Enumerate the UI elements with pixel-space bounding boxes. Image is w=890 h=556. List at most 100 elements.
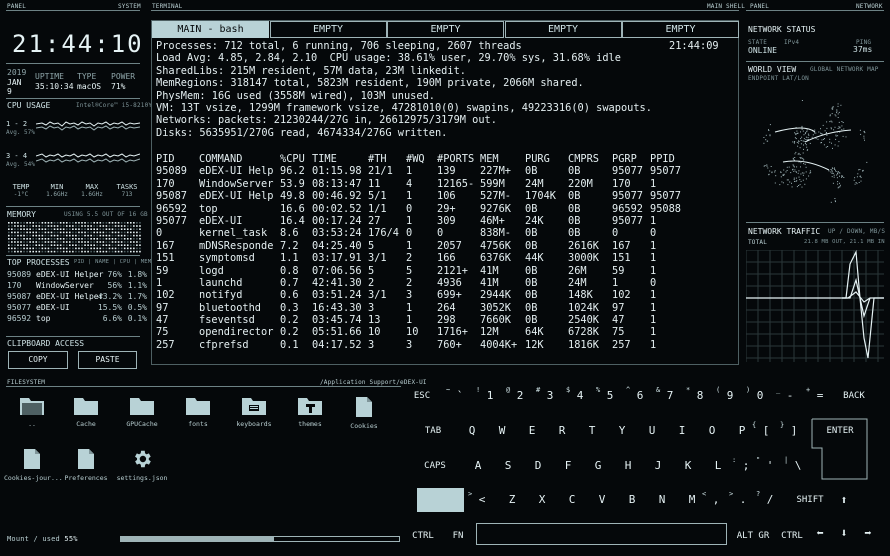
key-[interactable]: - _	[776, 386, 798, 403]
process-table-cell: 3000K	[568, 252, 599, 265]
key-[interactable]: [{	[752, 421, 774, 438]
key-[interactable]: ` ~	[446, 386, 468, 403]
key-caps[interactable]: CAPS	[420, 459, 450, 473]
terminal-label: TERMINAL	[152, 3, 183, 10]
fs-item[interactable]: Cookies	[336, 396, 392, 430]
key-5[interactable]: 5%	[596, 386, 618, 403]
arrow-up-key[interactable]: ⬆	[836, 493, 852, 507]
key-altgr[interactable]: ALT GR	[736, 529, 770, 543]
fs-item[interactable]: themes	[282, 396, 338, 428]
copy-button[interactable]: COPY	[8, 351, 68, 369]
fs-item-label: keyboards	[236, 420, 272, 428]
sysinfo-day: JAN 9	[7, 78, 22, 96]
key-t[interactable]: T	[584, 424, 600, 438]
key-u[interactable]: U	[644, 424, 660, 438]
enter-key-outline	[811, 418, 868, 480]
key-z[interactable]: Z	[504, 493, 520, 507]
terminal-tab-1[interactable]: MAIN - bash	[152, 21, 269, 38]
key-9[interactable]: 9(	[716, 386, 738, 403]
key-c[interactable]: C	[564, 493, 580, 507]
fs-item[interactable]: Cache	[58, 396, 114, 428]
arrow-down-key[interactable]: ⬇	[836, 526, 852, 540]
terminal-tab-3[interactable]: EMPTY	[387, 21, 504, 38]
panel-right-label: PANEL	[750, 3, 770, 10]
key-3[interactable]: 3 #	[536, 386, 558, 403]
fs-item[interactable]: Preferences	[58, 448, 114, 482]
process-table-cell: 0B	[525, 264, 538, 277]
clipboard-divider	[6, 336, 140, 337]
process-table-cell: 0	[437, 227, 444, 240]
process-table-cell: 03:45.74	[312, 314, 362, 327]
key-[interactable]: /?	[756, 490, 778, 507]
key-k[interactable]: K	[680, 459, 696, 473]
key-2[interactable]: 2 @	[506, 386, 528, 403]
key-[interactable]: ;:	[732, 456, 754, 473]
fs-item[interactable]: keyboards	[226, 396, 282, 428]
key-[interactable]: ]}	[780, 421, 802, 438]
key-0[interactable]: 0)	[746, 386, 768, 403]
key-h[interactable]: H	[620, 459, 636, 473]
key-a[interactable]: A	[470, 459, 486, 473]
left-shift-key-active[interactable]	[417, 488, 464, 512]
key-tab[interactable]: TAB	[417, 424, 449, 438]
terminal-tab-4[interactable]: EMPTY	[504, 21, 622, 38]
key-[interactable]: = +	[806, 386, 828, 403]
key-[interactable]: . >	[729, 490, 751, 507]
key-x[interactable]: X	[534, 493, 550, 507]
key-w[interactable]: W	[494, 424, 510, 438]
key-[interactable]: < >	[468, 490, 490, 507]
arrow-right-key[interactable]: ➡	[860, 526, 876, 540]
key-f[interactable]: F	[560, 459, 576, 473]
key-q[interactable]: Q	[464, 424, 480, 438]
key-b[interactable]: B	[624, 493, 640, 507]
fs-item[interactable]: ..	[4, 396, 60, 428]
process-table-column: #TH	[368, 153, 387, 165]
key-[interactable]: \ |	[784, 456, 806, 473]
process-table-cell: 95077	[612, 190, 643, 203]
key-g[interactable]: G	[590, 459, 606, 473]
key-n[interactable]: N	[654, 493, 670, 507]
key-v[interactable]: V	[594, 493, 610, 507]
key-back[interactable]: BACK	[840, 389, 868, 403]
key-7[interactable]: 7 &	[656, 386, 678, 403]
key-o[interactable]: O	[704, 424, 720, 438]
terminal-tab-5[interactable]: EMPTY	[622, 21, 739, 38]
terminal-tab-2[interactable]: EMPTY	[269, 21, 387, 38]
arrow-left-key[interactable]: ⬅	[812, 526, 828, 540]
key-l[interactable]: L	[710, 459, 726, 473]
key-r[interactable]: R	[554, 424, 570, 438]
key-esc[interactable]: ESC	[408, 389, 436, 403]
fs-item[interactable]: fonts	[170, 396, 226, 428]
key-4[interactable]: 4 $	[566, 386, 588, 403]
fs-item[interactable]: Cookies-jour...	[4, 448, 63, 482]
key-8[interactable]: 8 *	[686, 386, 708, 403]
process-table-cell: 0.7	[280, 276, 299, 289]
key-s[interactable]: S	[500, 459, 516, 473]
process-table-column: #PORTS	[437, 153, 475, 165]
key-ctrl[interactable]: CTRL	[777, 529, 807, 543]
terminal-header-line	[151, 10, 739, 11]
key-d[interactable]: D	[530, 459, 546, 473]
fs-item[interactable]: GPUCache	[114, 396, 170, 428]
fs-item[interactable]: settings.json	[114, 448, 170, 482]
key-p[interactable]: P	[734, 424, 750, 438]
key-i[interactable]: I	[674, 424, 690, 438]
key-e[interactable]: E	[524, 424, 540, 438]
key-6[interactable]: 6 ^	[626, 386, 648, 403]
key-j[interactable]: J	[650, 459, 666, 473]
key-fn[interactable]: FN	[448, 529, 468, 543]
key-shift[interactable]: SHIFT	[792, 493, 828, 507]
process-table-cell: 1	[612, 276, 619, 289]
spacebar-key[interactable]	[476, 523, 727, 545]
key-y[interactable]: Y	[614, 424, 630, 438]
paste-button[interactable]: PASTE	[78, 351, 137, 369]
key-1[interactable]: 1!	[476, 386, 498, 403]
process-table-cell: 2540K	[568, 314, 599, 327]
key-m[interactable]: M	[684, 493, 700, 507]
key-[interactable]: ' "	[756, 456, 778, 473]
key-ctrl[interactable]: CTRL	[408, 529, 438, 543]
key-[interactable]: , <	[702, 490, 724, 507]
process-table-cell: 26M	[568, 264, 587, 277]
sysinfo-power: POWER 71%	[111, 72, 135, 92]
top-process-pid: 96592	[7, 314, 32, 323]
